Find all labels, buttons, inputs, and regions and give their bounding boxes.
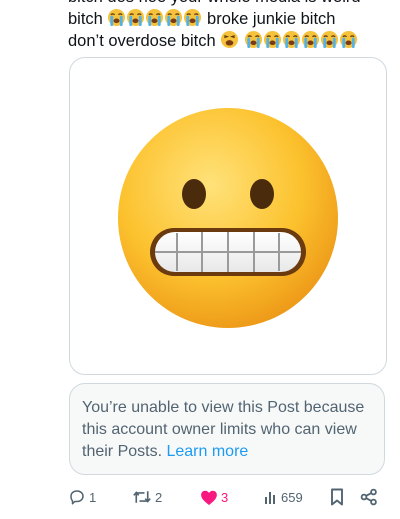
repost-icon bbox=[133, 491, 151, 503]
views-count: 659 bbox=[281, 489, 303, 505]
views-button[interactable]: 659 bbox=[264, 486, 303, 508]
share-icon bbox=[360, 488, 377, 506]
tweet-line-2-start: bitch bbox=[68, 10, 103, 28]
reply-count: 1 bbox=[89, 489, 97, 505]
tweet-line-3-start: don’t overdose bitch bbox=[68, 32, 216, 50]
loudly-crying-face-icon bbox=[244, 30, 262, 49]
media-image[interactable] bbox=[69, 57, 387, 375]
crying-emoji-group bbox=[107, 8, 207, 28]
tweet-line-2: bitch broke junkie bitch bbox=[68, 8, 388, 30]
loudly-crying-face-icon bbox=[108, 8, 126, 27]
loudly-crying-face-icon bbox=[320, 30, 338, 49]
crying-emoji-group-2 bbox=[244, 30, 358, 50]
tweet-text: bitch dos hoe your whole media is weird … bbox=[68, 0, 388, 52]
reply-icon bbox=[70, 490, 84, 505]
tweet-line-2-end: broke junkie bitch bbox=[207, 10, 336, 28]
loudly-crying-face-icon bbox=[301, 30, 319, 49]
post-action-bar: 1 2 3 659 bbox=[68, 486, 384, 508]
loudly-crying-face-icon bbox=[263, 30, 281, 49]
loudly-crying-face-icon bbox=[127, 8, 145, 27]
heart-icon bbox=[201, 490, 217, 505]
weary-face-icon bbox=[221, 30, 239, 49]
loudly-crying-face-icon bbox=[184, 8, 202, 27]
share-button[interactable] bbox=[360, 486, 378, 508]
loudly-crying-face-icon bbox=[146, 8, 164, 27]
reply-button[interactable]: 1 bbox=[68, 486, 96, 508]
views-icon bbox=[265, 492, 275, 504]
bookmark-icon bbox=[331, 488, 343, 506]
restricted-post-notice: You’re unable to view this Post because … bbox=[69, 383, 385, 475]
like-button[interactable]: 3 bbox=[200, 486, 228, 508]
tweet-line-1: bitch dos hoe your whole media is weird bbox=[68, 0, 388, 8]
learn-more-link[interactable]: Learn more bbox=[166, 443, 248, 460]
repost-button[interactable]: 2 bbox=[132, 486, 162, 508]
like-count: 3 bbox=[221, 489, 229, 505]
loudly-crying-face-icon bbox=[282, 30, 300, 49]
bookmark-button[interactable] bbox=[330, 486, 344, 508]
loudly-crying-face-icon bbox=[339, 30, 357, 49]
repost-count: 2 bbox=[155, 489, 163, 505]
loudly-crying-face-icon bbox=[165, 8, 183, 27]
tweet-line-3: don’t overdose bitch bbox=[68, 30, 388, 52]
grimacing-face-icon bbox=[118, 108, 338, 328]
post-view: bitch dos hoe your whole media is weird … bbox=[0, 0, 400, 519]
